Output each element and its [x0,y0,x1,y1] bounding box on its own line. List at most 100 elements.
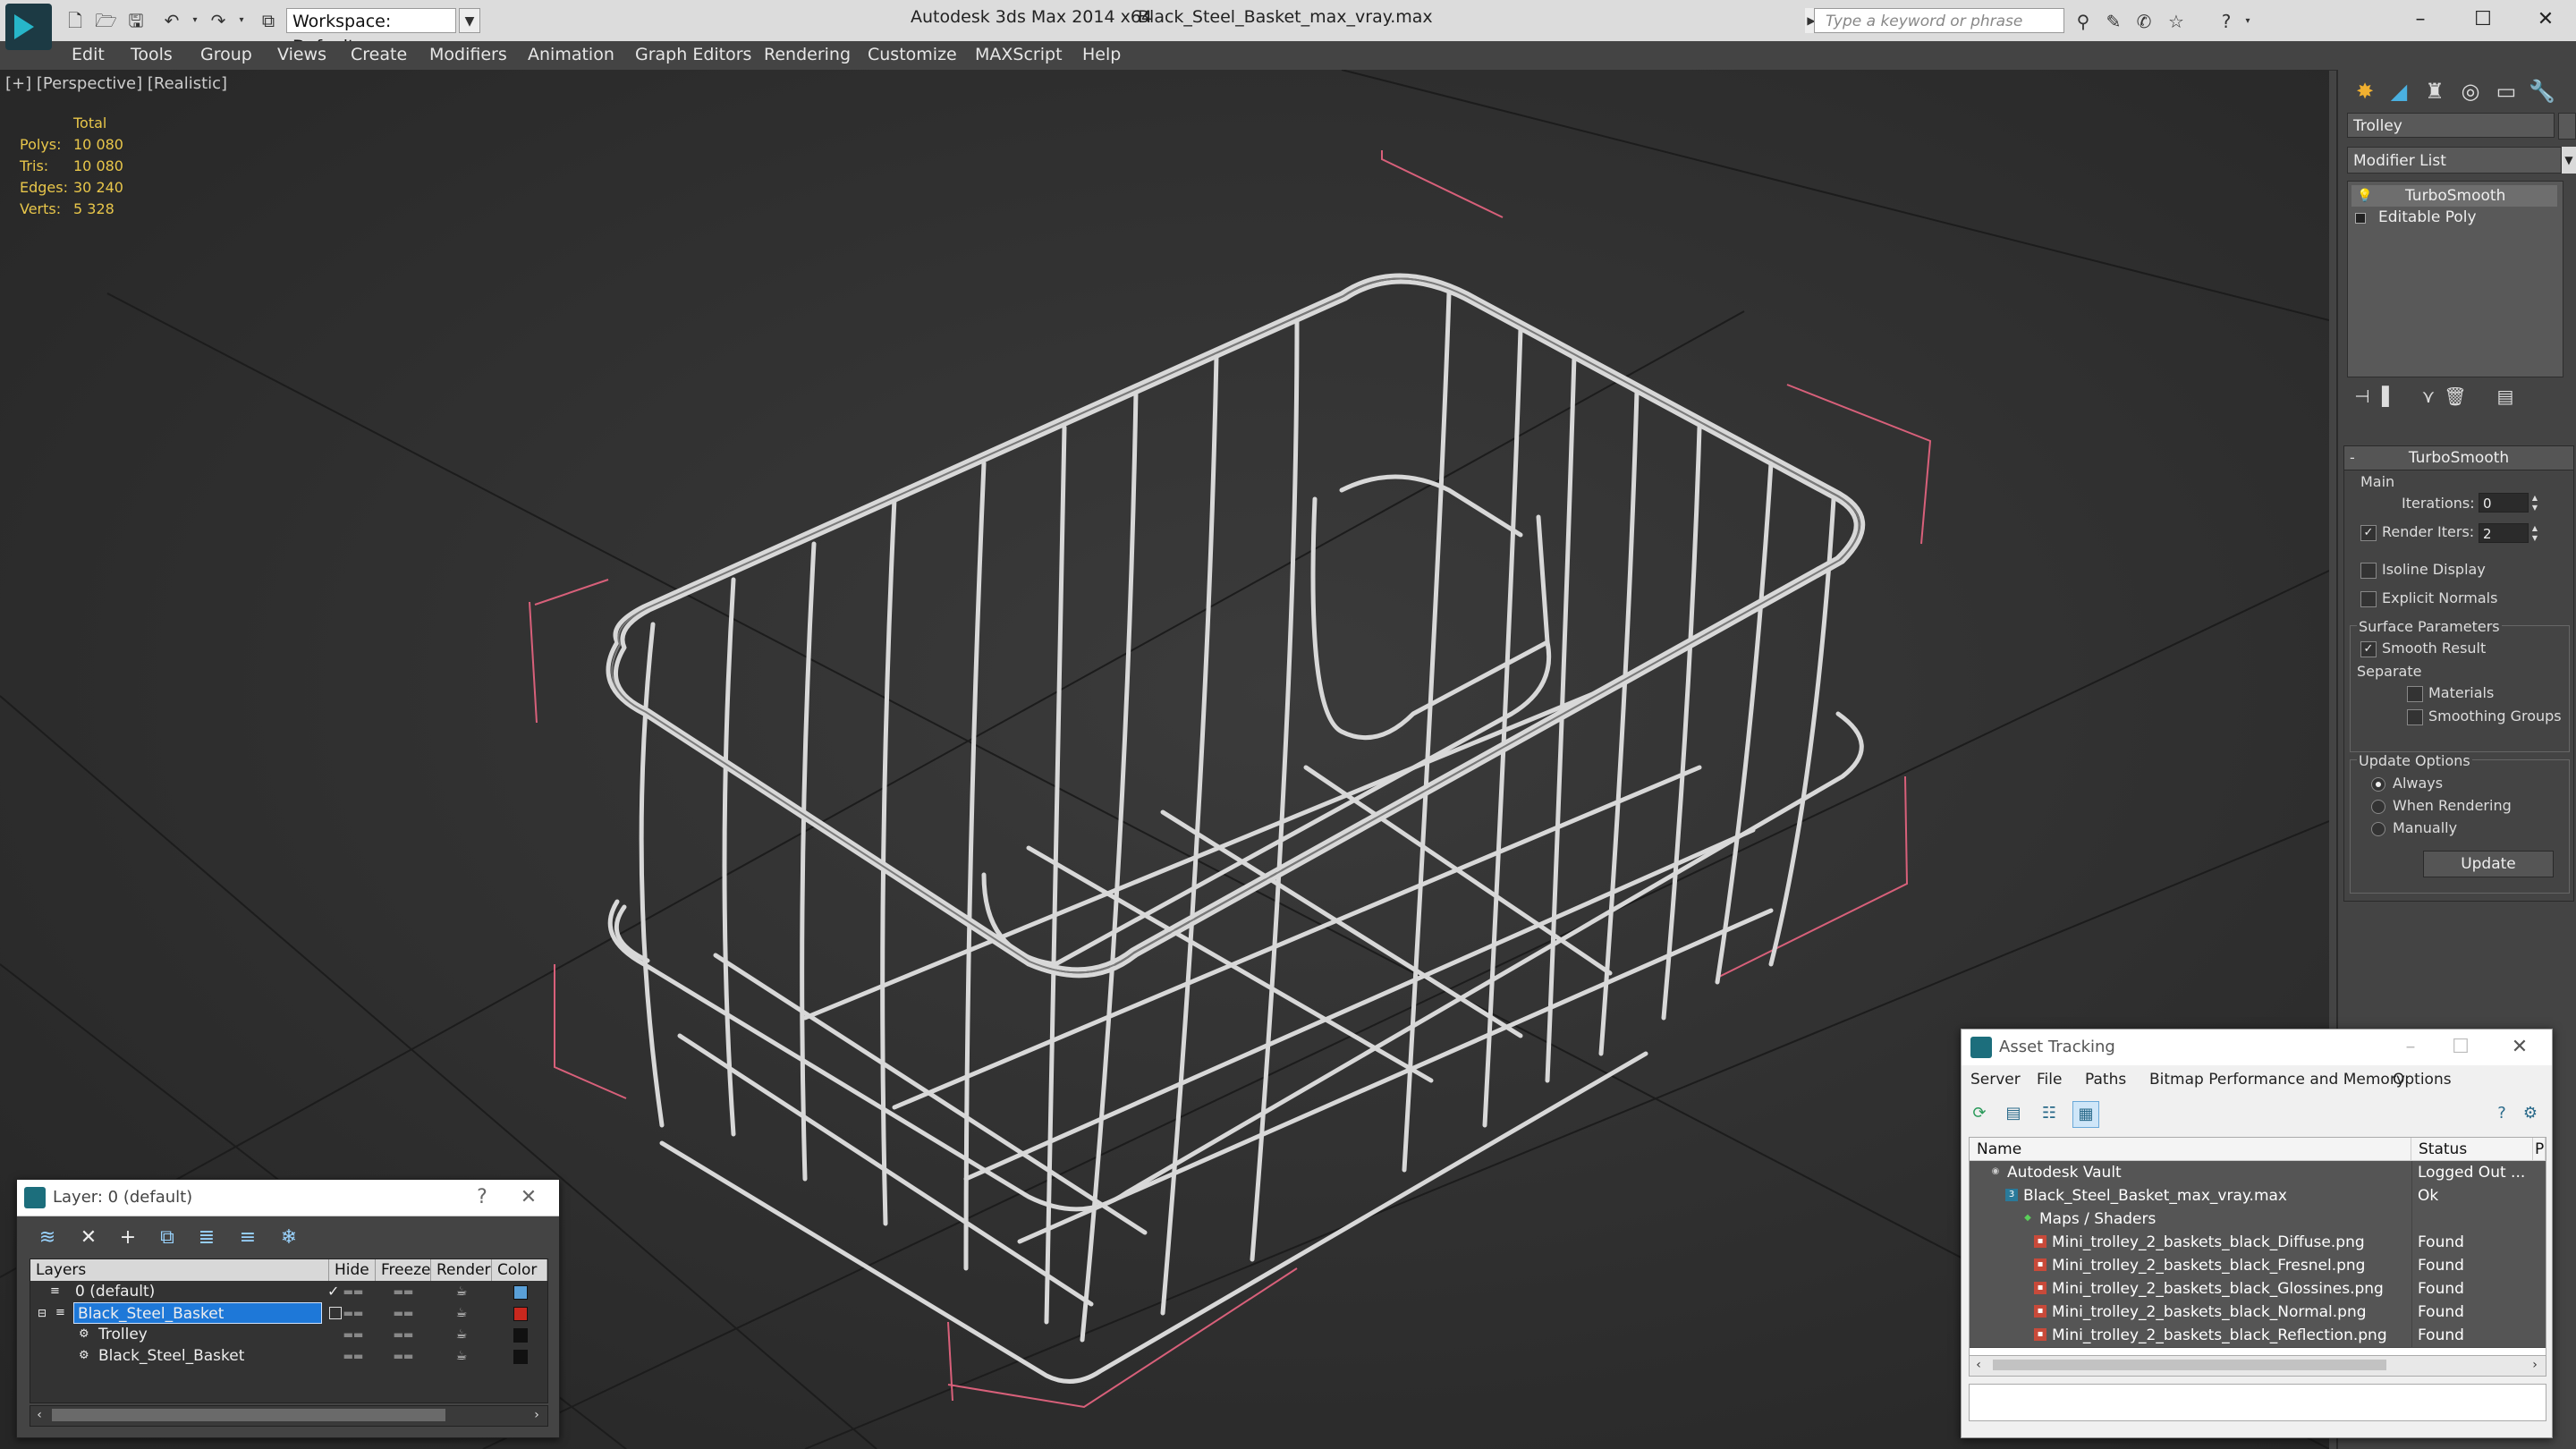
smooth-result-checkbox[interactable]: ✓ [2360,641,2377,657]
render-iters-checkbox[interactable]: ✓ [2360,525,2377,541]
motion-tab-icon[interactable]: ◎ [2454,75,2487,107]
create-tab-icon[interactable]: ✸ [2349,75,2381,107]
explicit-normals-checkbox[interactable] [2360,591,2377,607]
menu-edit[interactable]: Edit [72,45,105,64]
render-iters-spinner[interactable]: 2 [2479,523,2529,543]
favorites-star-icon[interactable]: ☆ [2165,10,2188,33]
asset-menu-options[interactable]: Options [2393,1071,2452,1089]
asset-row[interactable]: ▪ Mini_trolley_2_baskets_black_Normal.pn… [1970,1301,2546,1325]
workspace-dropdown-icon[interactable]: ▼ [459,8,480,33]
hide-toggle[interactable]: ▬▬ [340,1324,367,1345]
binoculars-icon[interactable]: ⚲ [2072,10,2095,33]
asset-dialog-titlebar[interactable]: Asset Tracking – ☐ ✕ [1962,1030,2552,1065]
materials-checkbox[interactable] [2407,686,2423,702]
collapse-icon[interactable]: ⊟ [38,1302,47,1324]
layer-color-swatch[interactable] [513,1328,528,1343]
asset-row[interactable]: ▪ Mini_trolley_2_baskets_black_Glossines… [1970,1277,2546,1301]
show-end-result-icon[interactable]: ▌ [2377,385,2401,408]
help-dropdown-icon[interactable]: ▾ [2236,10,2259,33]
layer-row[interactable]: ⚙ Black_Steel_Basket ▬▬ ▬▬ ☕ [30,1345,547,1367]
modifier-list-dropdown[interactable]: Modifier List [2347,147,2562,174]
when-rendering-radio[interactable] [2371,800,2385,814]
select-objects-in-layer-icon[interactable]: ⧉ [153,1224,182,1251]
highlight-layer-icon[interactable]: ≣ [192,1224,221,1251]
viewport-label[interactable]: [+] [Perspective] [Realistic] [5,74,227,93]
hide-toggle[interactable]: ▬▬ [340,1302,367,1324]
modifier-list-arrow-icon[interactable]: ▼ [2562,147,2576,174]
app-menu-logo-icon[interactable] [5,4,52,50]
freeze-toggle[interactable]: ▬▬ [390,1345,417,1367]
layer-row[interactable]: ⚙ Trolley ▬▬ ▬▬ ☕ [30,1324,547,1345]
close-button[interactable]: ✕ [2519,4,2572,36]
make-unique-icon[interactable]: ⋎ [2417,385,2440,408]
scroll-left-icon[interactable]: ‹ [1970,1356,1987,1374]
smoothing-groups-checkbox[interactable] [2407,709,2423,725]
stack-item-editable-poly[interactable]: Editable Poly [2351,207,2557,228]
minimize-button[interactable]: – [2394,4,2447,36]
asset-row[interactable]: ▪ Mini_trolley_2_baskets_black_Diffuse.p… [1970,1231,2546,1255]
hide-toggle[interactable]: ▬▬ [340,1345,367,1367]
current-layer-check-icon[interactable]: ✓ [327,1281,339,1302]
help-icon[interactable]: ? [2215,10,2238,33]
asset-menu-paths[interactable]: Paths [2085,1071,2126,1089]
new-file-icon[interactable]: 🗋 [64,10,86,31]
render-teapot-icon[interactable]: ☕ [451,1345,472,1367]
freeze-toggle[interactable]: ▬▬ [390,1281,417,1302]
maximize-button[interactable]: ☐ [2456,4,2510,36]
layer-row[interactable]: ≡ 0 (default) ✓ ▬▬ ▬▬ ☕ [30,1281,547,1302]
menu-help[interactable]: Help [1082,45,1121,64]
column-header-name[interactable]: Name [1970,1138,2411,1161]
asset-menu-server[interactable]: Server [1970,1071,2021,1089]
display-tab-icon[interactable]: ▭ [2490,75,2522,107]
project-folder-icon[interactable]: ⧉ [258,10,279,31]
asset-minimize-button[interactable]: – [2393,1033,2428,1062]
freeze-all-layers-icon[interactable]: ❄ [275,1224,303,1251]
menu-maxscript[interactable]: MAXScript [975,45,1063,64]
layer-dialog-close-button[interactable]: ✕ [511,1183,547,1212]
always-radio[interactable] [2371,777,2385,792]
refresh-icon[interactable]: ⟳ [1967,1101,1992,1126]
rollout-collapse-icon[interactable]: - [2350,449,2355,466]
scroll-left-icon[interactable]: ‹ [30,1406,48,1424]
menu-animation[interactable]: Animation [528,45,614,64]
object-color-swatch[interactable] [2558,113,2576,140]
isoline-display-checkbox[interactable] [2360,563,2377,579]
delete-layer-icon[interactable]: ✕ [74,1224,103,1251]
workspace-select[interactable]: Workspace: Default [286,8,456,56]
layer-color-swatch[interactable] [513,1285,528,1300]
layer-row[interactable]: ⊟ ≡ Black_Steel_Basket ▬▬ ▬▬ ☕ [30,1302,547,1324]
help-icon[interactable]: ? [2489,1101,2514,1126]
table-view-icon[interactable]: ▦ [2072,1101,2099,1128]
rollout-header[interactable]: TurboSmooth [2344,446,2573,470]
details-view-icon[interactable]: ☷ [2037,1101,2062,1126]
render-teapot-icon[interactable]: ☕ [451,1281,472,1302]
asset-menu-file[interactable]: File [2037,1071,2062,1089]
menu-graph-editors[interactable]: Graph Editors [635,45,751,64]
layer-dialog-help-button[interactable]: ? [464,1183,500,1212]
create-layer-icon[interactable]: + [114,1224,142,1251]
undo-dropdown-icon[interactable]: ▾ [184,10,206,31]
render-teapot-icon[interactable]: ☕ [451,1324,472,1345]
iterations-spinner-arrows-icon[interactable]: ▲ ▼ [2529,493,2541,513]
column-header-layers[interactable]: Layers [30,1259,329,1281]
freeze-toggle[interactable]: ▬▬ [390,1302,417,1324]
asset-maximize-button[interactable]: ☐ [2443,1033,2479,1062]
menu-tools[interactable]: Tools [131,45,173,64]
manually-radio[interactable] [2371,822,2385,836]
layer-manager-icon[interactable]: ≋ [33,1224,62,1251]
stack-item-turbosmooth[interactable]: 💡 TurboSmooth [2351,185,2557,207]
column-header-hide[interactable]: Hide [329,1259,376,1281]
asset-menu-bitmap-performance[interactable]: Bitmap Performance and Memory [2149,1071,2405,1089]
render-teapot-icon[interactable]: ☕ [451,1302,472,1324]
hide-toggle[interactable]: ▬▬ [340,1281,367,1302]
asset-row[interactable]: 3 Black_Steel_Basket_max_vray.max Ok [1970,1184,2546,1208]
modify-tab-icon[interactable]: ◢ [2383,75,2415,107]
scrollbar-thumb[interactable] [52,1409,445,1421]
pin-stack-icon[interactable]: ⊣ [2351,385,2374,408]
menu-customize[interactable]: Customize [868,45,957,64]
hide-all-layers-icon[interactable]: ≡ [233,1224,262,1251]
column-header-color[interactable]: Color [492,1259,547,1281]
menu-group[interactable]: Group [200,45,252,64]
column-header-render[interactable]: Render [431,1259,492,1281]
settings-icon[interactable]: ⚙ [2518,1101,2543,1126]
